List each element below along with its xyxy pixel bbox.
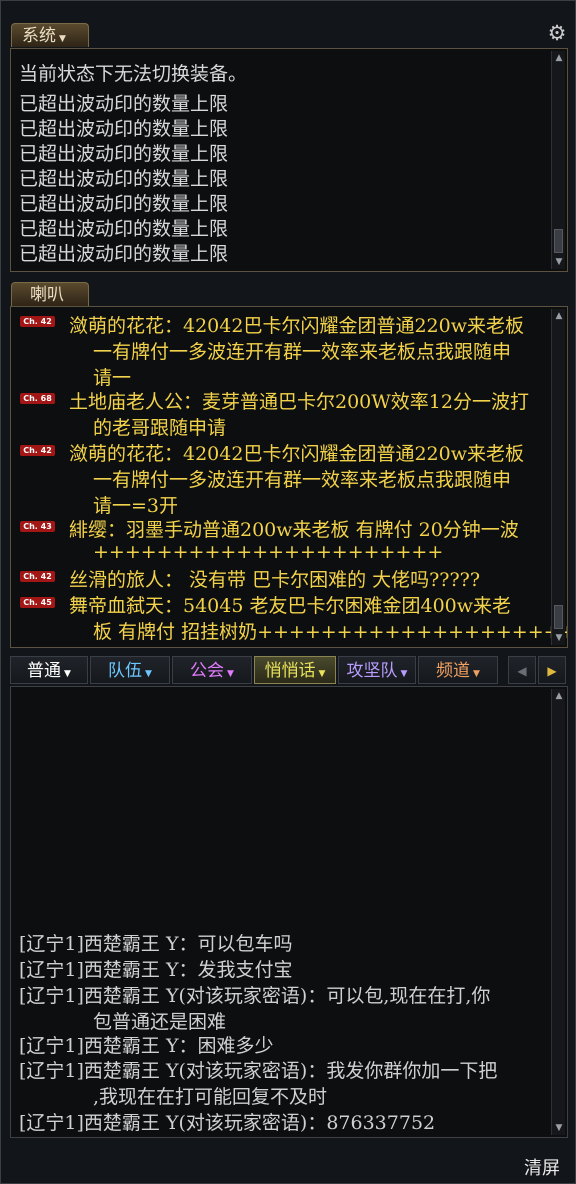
chevron-down-icon: ▼ <box>59 34 66 44</box>
chat-line: ,我现在在打可能回复不及时 <box>93 1086 328 1108</box>
trumpet-scrollbar[interactable]: ▲ ▼ <box>551 309 565 645</box>
chat-line: 包普通还是困难 <box>93 1011 227 1033</box>
system-line: 已超出波动印的数量上限 <box>19 93 229 115</box>
system-line: 已超出波动印的数量上限 <box>19 118 229 140</box>
trumpet-line: 舞帝血弑天：54045 老友巴卡尔困难金团400w来老 <box>69 595 512 617</box>
system-message-panel: 当前状态下无法切换装备。 已超出波动印的数量上限 已超出波动印的数量上限 已超出… <box>10 48 568 272</box>
scroll-down-icon[interactable]: ▼ <box>552 255 566 269</box>
trumpet-line: 緋缨：羽墨手动普通200w来老板 有牌付 20分钟一波 <box>69 519 519 541</box>
tab-raid-label: 攻坚队 <box>346 661 398 681</box>
arrow-right-icon[interactable]: ▶ <box>538 656 566 684</box>
trumpet-line: 请一=3开 <box>93 495 179 517</box>
chevron-down-icon: ▼ <box>473 669 480 679</box>
system-line: 已超出波动印的数量上限 <box>19 218 229 240</box>
tab-channel[interactable]: 频道 ▼ <box>418 656 498 684</box>
scroll-down-icon[interactable]: ▼ <box>552 631 566 645</box>
tab-system-label: 系统 <box>22 26 56 46</box>
tab-party[interactable]: 队伍 ▼ <box>90 656 170 684</box>
scroll-up-icon[interactable]: ▲ <box>552 51 566 65</box>
chevron-down-icon: ▼ <box>318 669 326 679</box>
channel-badge: Ch. 43 <box>20 521 55 532</box>
trumpet-line: 一有牌付一多波连开有群一效率来老板点我跟随申 <box>93 469 512 491</box>
chat-line: [辽宁1]西楚霸王 Y：发我支付宝 <box>19 959 293 981</box>
chat-line: [辽宁1]西楚霸王 Y(对该玩家密语)：我发你群你加一下把 <box>19 1060 498 1082</box>
tab-channel-label: 频道 <box>436 661 471 681</box>
system-line: 已超出波动印的数量上限 <box>19 143 229 165</box>
chevron-down-icon: ▼ <box>227 669 234 679</box>
tab-trumpet-label: 喇叭 <box>30 285 64 305</box>
system-line: 当前状态下无法切换装备。 <box>19 63 248 85</box>
trumpet-line: 丝滑的旅人： 没有带 巴卡尔困难的 大佬吗????? <box>69 569 481 591</box>
scroll-thumb[interactable] <box>554 605 563 629</box>
trumpet-line: 一有牌付一多波连开有群一效率来老板点我跟随申 <box>93 341 512 363</box>
scroll-up-icon[interactable]: ▲ <box>552 689 566 703</box>
tab-trumpet[interactable]: 喇叭 <box>11 282 89 306</box>
system-line: 已超出波动印的数量上限 <box>19 168 229 190</box>
chat-line: [辽宁1]西楚霸王 Y(对该玩家密语)：可以包,现在在打,你 <box>19 985 491 1007</box>
trumpet-line: 请一 <box>93 367 132 389</box>
trumpet-line: ++++++++++++++++++++++ <box>93 541 444 563</box>
tab-normal-label: 普通 <box>27 661 62 681</box>
tab-party-label: 队伍 <box>108 661 143 681</box>
tab-guild-label: 公会 <box>190 661 225 681</box>
chat-line: [辽宁1]西楚霸王 Y：困难多少 <box>19 1035 274 1057</box>
tab-whisper[interactable]: 悄悄话 ▼ <box>254 656 336 684</box>
tab-raid[interactable]: 攻坚队 ▼ <box>338 656 416 684</box>
channel-badge: Ch. 68 <box>20 393 55 404</box>
chevron-down-icon: ▼ <box>64 669 71 679</box>
chat-line: [辽宁1]西楚霸王 Y(对该玩家密语)：876337752 <box>19 1112 436 1134</box>
trumpet-line: 土地庙老人公：麦芽普通巴卡尔200W效率12分一波打 <box>69 391 529 413</box>
channel-badge: Ch. 45 <box>20 597 55 608</box>
tab-normal[interactable]: 普通 ▼ <box>10 656 88 684</box>
chat-line: [辽宁1]西楚霸王 Y：可以包车吗 <box>19 933 293 955</box>
trumpet-line: 潋萌的花花：42042巴卡尔闪耀金团普通220w来老板 <box>69 315 524 337</box>
chat-channel-tabs: 普通 ▼ 队伍 ▼ 公会 ▼ 悄悄话 ▼ 攻坚队 ▼ 频道 ▼ ◀ ▶ <box>10 656 568 684</box>
trumpet-line: 板 有牌付 招挂树奶++++++++++++++++++++++ <box>93 621 568 643</box>
chat-scrollbar[interactable]: ▲ ▼ <box>551 689 565 1135</box>
channel-badge: Ch. 42 <box>20 571 55 582</box>
system-line: 已超出波动印的数量上限 <box>19 193 229 215</box>
channel-badge: Ch. 42 <box>20 316 55 327</box>
trumpet-line: 潋萌的花花：42042巴卡尔闪耀金团普通220w来老板 <box>69 443 524 465</box>
tab-guild[interactable]: 公会 ▼ <box>172 656 252 684</box>
tab-system[interactable]: 系统 ▼ <box>11 23 89 47</box>
system-scrollbar[interactable]: ▲ ▼ <box>551 51 565 269</box>
scroll-down-icon[interactable]: ▼ <box>552 1121 566 1135</box>
channel-badge: Ch. 42 <box>20 445 55 456</box>
tab-whisper-label: 悄悄话 <box>264 661 316 681</box>
chevron-down-icon: ▼ <box>400 669 408 679</box>
trumpet-line: 的老哥跟随申请 <box>93 417 227 439</box>
chevron-down-icon: ▼ <box>145 669 152 679</box>
scroll-up-icon[interactable]: ▲ <box>552 309 566 323</box>
system-line: 已超出波动印的数量上限 <box>19 243 229 265</box>
chat-message-panel: [辽宁1]西楚霸王 Y：可以包车吗 [辽宁1]西楚霸王 Y：发我支付宝 [辽宁1… <box>10 686 568 1138</box>
clear-screen-button[interactable]: 清屏 <box>524 1154 560 1180</box>
trumpet-message-panel: Ch. 42 潋萌的花花：42042巴卡尔闪耀金团普通220w来老板 一有牌付一… <box>10 306 568 648</box>
arrow-left-icon[interactable]: ◀ <box>508 656 536 684</box>
scroll-thumb[interactable] <box>554 229 563 253</box>
gear-icon[interactable]: ⚙ <box>546 22 568 44</box>
